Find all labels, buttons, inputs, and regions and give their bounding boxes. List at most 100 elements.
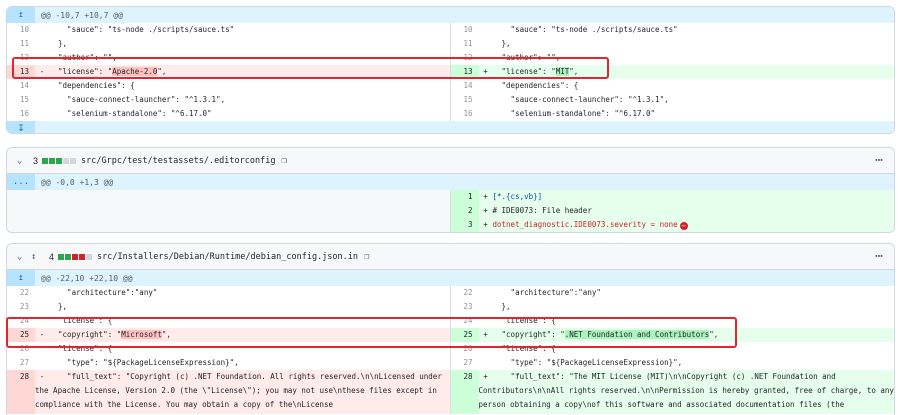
kebab-icon[interactable]: ⋯ [875, 153, 884, 168]
changed-token: Microsoft [121, 330, 162, 339]
diff-file-editorconfig: ⌄ 3 src/Grpc/test/testassets/.editorconf… [6, 147, 895, 233]
expand-all-icon[interactable]: ... [7, 174, 35, 190]
right-side: 12 "author": "", [451, 51, 895, 65]
code-line: + "copyright": ".NET Foundation and Cont… [483, 330, 719, 339]
line-number[interactable]: 23 [7, 300, 35, 314]
diff-row: 3 + dotnet_diagnostic.IDE0073.severity = n… [7, 218, 894, 232]
left-side: 14 "dependencies": { [7, 79, 451, 93]
left-side: 23 }, [7, 300, 451, 314]
hunk-header: ↥ @@ -10,7 +10,7 @@ [7, 7, 894, 23]
diff-rows: 22 "architecture":"any" 22 "architecture"… [7, 286, 894, 370]
right-side: 10 "sauce": "ts-node ./scripts/sauce.ts" [451, 23, 895, 37]
expand-down-icon[interactable]: ↧ [7, 121, 35, 133]
line-number[interactable]: 14 [7, 79, 35, 93]
line-number[interactable]: 15 [7, 93, 35, 107]
diff-row: 24 "license": {24 "license": { [7, 314, 894, 328]
line-number[interactable]: 12 [451, 51, 479, 65]
line-number[interactable]: 25 [450, 328, 479, 342]
chevron-down-icon[interactable]: ⌄ [17, 156, 31, 166]
diff-row: 13 - "license": "Apache-2.0", 13 + "license… [7, 65, 894, 79]
line-number[interactable]: 12 [7, 51, 35, 65]
changed-token: .NET Foundation and Contributors [564, 330, 710, 339]
copy-icon[interactable]: ❐ [364, 252, 369, 262]
left-side: 12 "author": "", [7, 51, 451, 65]
hunk-range: @@ -22,10 +22,10 @@ [41, 273, 133, 283]
code-line: "author": "", [492, 53, 561, 62]
code-line: }, [49, 302, 68, 311]
line-number[interactable]: 26 [451, 342, 479, 356]
code-line: "sauce-connect-launcher": "^1.3.1", [492, 95, 669, 104]
right-side: 15 "sauce-connect-launcher": "^1.3.1", [451, 93, 895, 107]
code-line: "architecture":"any" [492, 288, 601, 297]
diff-row-wrapped: 28- "full_text": "Copyright (c) .NET Fou… [7, 370, 894, 414]
left-side: 11 }, [7, 37, 451, 51]
code-line: + "license": "MIT", [483, 67, 579, 76]
left-side: 25 - "copyright": "Microsoft", [7, 328, 451, 342]
line-number[interactable]: 10 [451, 23, 479, 37]
line-number[interactable]: 16 [451, 107, 479, 121]
left-side: 27 "type": "${PackageLicenseExpression}"… [7, 356, 451, 370]
copy-icon[interactable]: ❐ [281, 156, 286, 166]
line-number[interactable]: 13 [7, 65, 35, 79]
diff-row: 12 "author": "", 12 "author": "", [7, 51, 894, 65]
diff-row: 27 "type": "${PackageLicenseExpression}"… [7, 356, 894, 370]
kebab-icon[interactable]: ⋯ [875, 249, 884, 264]
diff-row: 10 "sauce": "ts-node ./scripts/sauce.ts"… [7, 23, 894, 37]
line-number[interactable]: 14 [451, 79, 479, 93]
right-side: 22 "architecture":"any" [451, 286, 895, 300]
diff-row: 1 + [*.{cs,vb}] [7, 190, 894, 204]
code-line: "license": { [492, 344, 556, 353]
line-number[interactable]: 24 [451, 314, 479, 328]
expand-up-icon[interactable]: ↥ [7, 7, 35, 23]
line-number[interactable]: 23 [451, 300, 479, 314]
right-side: 25 + "copyright": ".NET Foundation and Co… [450, 328, 894, 342]
changed-token: Apache-2.0 [112, 67, 158, 76]
line-number[interactable]: 24 [7, 314, 35, 328]
diff-file-package-json: ↥ @@ -10,7 +10,7 @@ 10 "sauce": "ts-node… [6, 6, 895, 134]
diffstat-blocks [42, 157, 77, 164]
line-number[interactable]: 11 [451, 37, 479, 51]
hunk-range: @@ -0,0 +1,3 @@ [41, 177, 114, 187]
right-side: 14 "dependencies": { [451, 79, 895, 93]
code-line: "sauce-connect-launcher": "^1.3.1", [49, 95, 226, 104]
left-side: 16 "selenium-standalone": "^6.17.0" [7, 107, 451, 121]
right-side: 26 "license": { [451, 342, 895, 356]
left-side: 13 - "license": "Apache-2.0", [7, 65, 451, 79]
line-number[interactable]: 16 [7, 107, 35, 121]
right-side: 24 "license": { [451, 314, 895, 328]
line-number[interactable]: 10 [7, 23, 35, 37]
code-line: }, [49, 39, 68, 48]
line-number[interactable]: 27 [7, 356, 35, 370]
line-number[interactable]: 11 [7, 37, 35, 51]
right-side: 23 }, [451, 300, 895, 314]
line-number[interactable]: 26 [7, 342, 35, 356]
file-path[interactable]: src/Grpc/test/testassets/.editorconfig [81, 156, 275, 166]
left-side: 22 "architecture":"any" [7, 286, 451, 300]
line-number[interactable]: 22 [451, 286, 479, 300]
code-line: - "copyright": "Microsoft", [39, 330, 171, 339]
code-line: - "license": "Apache-2.0", [39, 67, 167, 76]
diff-row: 23 }, 23 }, [7, 300, 894, 314]
diff-file-debian-config: ⌄ ↕ 4 src/Installers/Debian/Runtime/debi… [6, 243, 895, 415]
file-path[interactable]: src/Installers/Debian/Runtime/debian_con… [97, 252, 358, 262]
left-side: 26 "license": { [7, 342, 451, 356]
file-header: ⌄ ↕ 4 src/Installers/Debian/Runtime/debi… [7, 244, 894, 270]
hunk-header: ... @@ -0,0 +1,3 @@ [7, 174, 894, 190]
line-number[interactable]: 27 [451, 356, 479, 370]
line-number[interactable]: 13 [450, 65, 479, 79]
change-count: 4 [49, 251, 55, 262]
line-number[interactable]: 22 [7, 286, 35, 300]
diff-row: 15 "sauce-connect-launcher": "^1.3.1", 15… [7, 93, 894, 107]
code-line: }, [492, 39, 511, 48]
diff-row: 2 + # IDE0073: File header [7, 204, 894, 218]
expand-icon[interactable]: ↕ [31, 252, 45, 262]
diff-row: 16 "selenium-standalone": "^6.17.0" 16 "s… [7, 107, 894, 121]
line-number[interactable]: 25 [7, 328, 35, 342]
code-line: "selenium-standalone": "^6.17.0" [49, 109, 212, 118]
line-number[interactable]: 15 [451, 93, 479, 107]
chevron-down-icon[interactable]: ⌄ [17, 252, 31, 262]
code-line: }, [492, 302, 511, 311]
code-line: "architecture":"any" [49, 288, 158, 297]
expand-up-icon[interactable]: ↥ [7, 270, 35, 286]
left-side: 15 "sauce-connect-launcher": "^1.3.1", [7, 93, 451, 107]
